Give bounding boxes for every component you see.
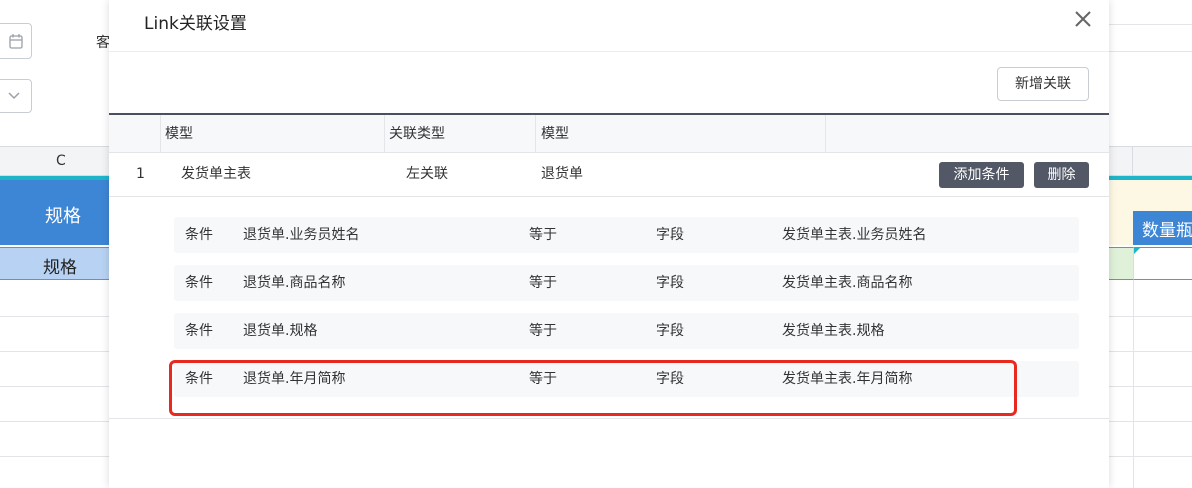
condition-label: 条件 bbox=[185, 371, 213, 387]
grid-line bbox=[0, 316, 109, 317]
close-button[interactable] bbox=[1072, 8, 1094, 30]
condition-row[interactable]: 条件 退货单.规格 等于 字段 发货单主表.规格 bbox=[174, 313, 1079, 349]
column-header-link-type: 关联类型 bbox=[389, 126, 445, 142]
condition-value-type[interactable]: 字段 bbox=[656, 265, 684, 301]
condition-operator[interactable]: 等于 bbox=[529, 265, 557, 301]
condition-row[interactable]: 条件 退货单.业务员姓名 等于 字段 发货单主表.业务员姓名 bbox=[174, 217, 1079, 253]
grid-line bbox=[1109, 456, 1192, 457]
column-separator bbox=[825, 115, 826, 153]
grid-line bbox=[1109, 316, 1192, 317]
table-header: 模型 关联类型 模型 bbox=[109, 113, 1109, 153]
divider bbox=[1109, 24, 1192, 25]
table-row[interactable]: 1 发货单主表 左关联 退货单 添加条件 删除 bbox=[109, 153, 1109, 197]
header-cell-label: 规格 bbox=[45, 206, 81, 227]
condition-left-field[interactable]: 退货单.业务员姓名 bbox=[243, 217, 359, 253]
condition-label: 条件 bbox=[185, 275, 213, 291]
condition-operator[interactable]: 等于 bbox=[529, 217, 557, 253]
column-header-right[interactable] bbox=[1109, 146, 1192, 177]
row-index: 1 bbox=[136, 166, 145, 182]
grid-line bbox=[0, 421, 109, 422]
column-header-c[interactable]: C bbox=[0, 146, 109, 176]
chevron-down-icon bbox=[8, 92, 20, 100]
grid-line bbox=[0, 456, 109, 457]
divider bbox=[1132, 147, 1133, 177]
row-model: 发货单主表 bbox=[181, 166, 251, 182]
filter-label: 客 bbox=[96, 35, 110, 51]
cell[interactable] bbox=[1109, 211, 1133, 245]
condition-label: 条件 bbox=[185, 227, 213, 243]
header-cell[interactable]: 规格 bbox=[0, 180, 109, 245]
condition-right-field[interactable]: 发货单主表.年月简称 bbox=[782, 361, 912, 397]
grid-line bbox=[1109, 386, 1192, 387]
cell[interactable] bbox=[1133, 247, 1192, 280]
condition-row[interactable]: 条件 退货单.年月简称 等于 字段 发货单主表.年月简称 bbox=[174, 361, 1079, 397]
add-link-button[interactable]: 新增关联 bbox=[997, 67, 1089, 101]
condition-left-field[interactable]: 退货单.年月简称 bbox=[243, 361, 345, 397]
column-separator bbox=[160, 115, 161, 153]
column-header-label: C bbox=[56, 153, 66, 169]
divider bbox=[109, 51, 1109, 52]
cell[interactable] bbox=[1109, 247, 1133, 280]
divider bbox=[1109, 51, 1192, 52]
condition-row[interactable]: 条件 退货单.商品名称 等于 字段 发货单主表.商品名称 bbox=[174, 265, 1079, 301]
header-cell-right[interactable]: 数量瓶 bbox=[1133, 211, 1192, 245]
condition-right-field[interactable]: 发货单主表.业务员姓名 bbox=[782, 217, 926, 253]
filter-select[interactable] bbox=[0, 79, 32, 113]
column-header-target-model: 模型 bbox=[541, 126, 569, 142]
link-settings-dialog: Link关联设置 新增关联 模型 关联类型 模型 1 发货单主表 左关联 退货单… bbox=[109, 0, 1109, 488]
condition-right-field[interactable]: 发货单主表.商品名称 bbox=[782, 265, 912, 301]
grid-line bbox=[1109, 351, 1192, 352]
condition-value-type[interactable]: 字段 bbox=[656, 361, 684, 397]
data-cell-label: 规格 bbox=[43, 258, 77, 278]
column-header-model: 模型 bbox=[165, 126, 193, 142]
cell-marker bbox=[1134, 248, 1140, 254]
condition-value-type[interactable]: 字段 bbox=[656, 217, 684, 253]
cell[interactable] bbox=[1109, 180, 1192, 211]
condition-left-field[interactable]: 退货单.规格 bbox=[243, 313, 317, 349]
column-separator bbox=[535, 115, 536, 153]
grid-line bbox=[0, 351, 109, 352]
calendar-icon bbox=[9, 34, 23, 49]
condition-list: 条件 退货单.业务员姓名 等于 字段 发货单主表.业务员姓名 条件 退货单.商品… bbox=[109, 197, 1109, 419]
grid-line bbox=[1109, 421, 1192, 422]
condition-value-type[interactable]: 字段 bbox=[656, 313, 684, 349]
grid-line bbox=[1133, 280, 1134, 488]
header-cell-label: 数量瓶 bbox=[1142, 221, 1192, 241]
delete-button[interactable]: 删除 bbox=[1034, 162, 1089, 188]
condition-operator[interactable]: 等于 bbox=[529, 313, 557, 349]
condition-left-field[interactable]: 退货单.商品名称 bbox=[243, 265, 345, 301]
dialog-title: Link关联设置 bbox=[144, 14, 247, 34]
close-icon bbox=[1075, 11, 1091, 27]
add-condition-button[interactable]: 添加条件 bbox=[939, 162, 1024, 188]
data-cell[interactable]: 规格 bbox=[0, 247, 109, 280]
date-picker[interactable] bbox=[0, 23, 32, 59]
row-target-model: 退货单 bbox=[541, 166, 583, 182]
column-separator bbox=[384, 115, 385, 153]
row-link-type: 左关联 bbox=[406, 166, 448, 182]
condition-right-field[interactable]: 发货单主表.规格 bbox=[782, 313, 884, 349]
condition-label: 条件 bbox=[185, 323, 213, 339]
condition-operator[interactable]: 等于 bbox=[529, 361, 557, 397]
grid-line bbox=[0, 386, 109, 387]
